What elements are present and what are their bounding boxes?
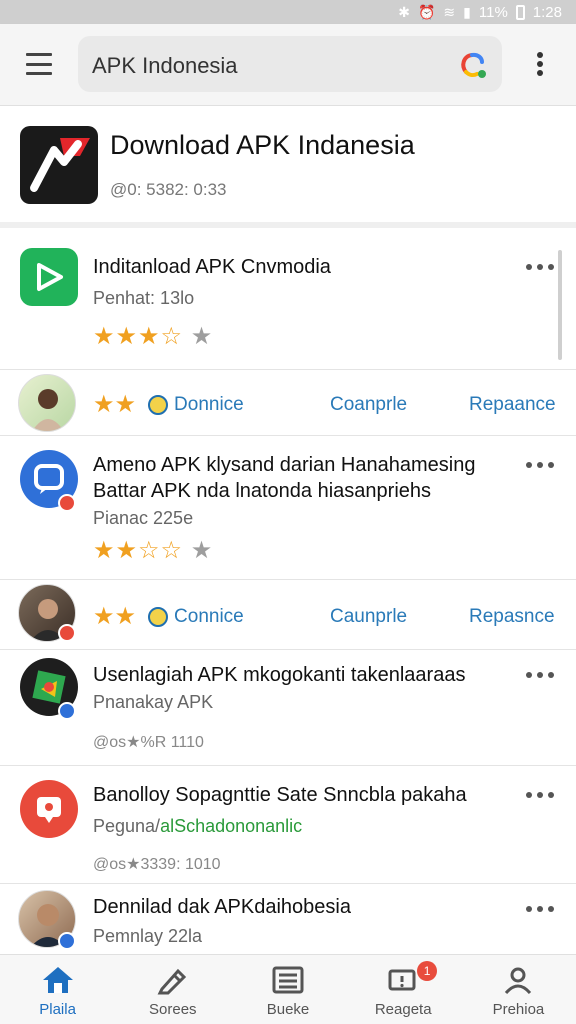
connect-icon	[148, 394, 169, 415]
nav-label: Sorees	[149, 1001, 197, 1018]
status-badge	[58, 932, 76, 950]
item-more-icon[interactable]	[526, 460, 554, 470]
list-item[interactable]: Banolloy Sopagnttie Sate Snncbla pakaha …	[0, 766, 576, 884]
alarm-icon: ⏰	[417, 3, 436, 20]
list-item-actions: ★★ Connice Caunprle Repasnce	[0, 580, 576, 650]
notification-badge: 1	[417, 961, 438, 981]
overflow-menu-icon[interactable]	[533, 52, 547, 78]
nav-label: Bueke	[266, 1001, 310, 1018]
app-list: Inditanload APK Cnvmodia Penhat: 13lo ★★…	[0, 234, 576, 958]
item-more-icon[interactable]	[526, 790, 554, 800]
home-icon	[42, 967, 73, 993]
chat-icon	[34, 464, 64, 494]
library-icon	[272, 966, 304, 994]
status-bar: ✱ ⏰ ≋ ▮ 11% 1:28	[0, 0, 576, 24]
app-subtitle: Pnanakay APK	[93, 692, 214, 712]
action-link-3[interactable]: Repaance	[469, 394, 556, 416]
action-link-1[interactable]: Donnice	[174, 394, 244, 416]
bottom-navigation: Plaila Sorees Bueke 1 Reageta Prehioa	[0, 954, 576, 1024]
app-name: Ameno APK klysand darian Hanahamesing	[93, 454, 476, 476]
connect-icon	[148, 606, 169, 627]
item-more-icon[interactable]	[526, 670, 554, 680]
nav-notifications[interactable]: 1 Reageta	[346, 955, 461, 1024]
battery-icon	[515, 4, 525, 20]
status-badge	[58, 494, 76, 512]
wifi-icon: ≋	[443, 3, 456, 20]
app-subtitle-a: Peguna/	[93, 816, 161, 836]
item-more-icon[interactable]	[526, 262, 554, 272]
rating-stars: ★★☆☆ ★	[93, 537, 214, 564]
search-input[interactable]: APK Indonesia	[78, 36, 502, 92]
message-icon	[37, 797, 61, 823]
apk-logo	[20, 126, 98, 204]
page-header: Download APK Indanesia @0: 5382: 0:33	[0, 106, 576, 228]
rating-stars: ★★	[93, 391, 137, 418]
search-query: APK Indonesia	[92, 53, 238, 78]
avatar[interactable]	[18, 374, 76, 432]
profile-icon	[505, 967, 532, 995]
app-name-line2: Battar APK nda lnatonda hiasanpriehs	[93, 480, 432, 502]
action-link-3[interactable]: Repasnce	[469, 606, 555, 628]
bluetooth-icon: ✱	[398, 3, 410, 20]
rating-stars: ★★	[93, 603, 137, 630]
action-link-2[interactable]: Coanprle	[330, 394, 407, 416]
nav-books[interactable]: Bueke	[230, 955, 345, 1024]
action-link-2[interactable]: Caunprle	[330, 606, 407, 628]
app-subtitle-link[interactable]: alSchadononanlic	[160, 816, 302, 836]
app-name: Banolloy Sopagnttie Sate Snncbla pakaha	[93, 784, 467, 806]
app-name: Dennilad dak APKdaihobesia	[93, 896, 351, 918]
pencil-icon	[157, 968, 186, 995]
item-more-icon[interactable]	[526, 904, 554, 914]
package-icon	[32, 670, 66, 704]
action-link-1[interactable]: Connice	[174, 606, 244, 628]
list-item[interactable]: Ameno APK klysand darian Hanahamesing Ba…	[0, 436, 576, 580]
nav-home[interactable]: Plaila	[0, 955, 115, 1024]
list-item[interactable]: Usenlagiah APK mkogokanti takenlaaraas P…	[0, 650, 576, 766]
voice-search-icon[interactable]	[458, 50, 488, 80]
nav-label: Reageta	[374, 1001, 432, 1018]
play-icon	[37, 263, 63, 291]
page-title: Download APK Indanesia	[110, 130, 415, 160]
page-subtitle: @0: 5382: 0:33	[110, 180, 227, 199]
nav-label: Plaila	[39, 1001, 76, 1018]
rating-stars: ★★★☆ ★	[93, 323, 214, 350]
list-item[interactable]: Dennilad dak APKdaihobesia Pemnlay 22la	[0, 884, 576, 958]
clock: 1:28	[532, 3, 562, 21]
app-name: Usenlagiah APK mkogokanti takenlaaraas	[93, 664, 466, 686]
app-icon	[20, 248, 78, 306]
list-item-actions: ★★ Donnice Coanprle Repaance	[0, 370, 576, 436]
scrollbar[interactable]	[558, 250, 562, 360]
menu-icon[interactable]	[26, 53, 52, 75]
app-subtitle: Penhat: 13lo	[93, 288, 195, 308]
top-app-bar: APK Indonesia	[0, 24, 576, 106]
status-badge	[58, 624, 76, 642]
app-meta: @os★%R 1110	[93, 734, 204, 751]
app-subtitle: Pemnlay 22la	[93, 926, 203, 946]
nav-scores[interactable]: Sorees	[115, 955, 230, 1024]
app-meta: @os★3339: 1010	[93, 856, 221, 873]
list-item[interactable]: Inditanload APK Cnvmodia Penhat: 13lo ★★…	[0, 234, 576, 370]
app-subtitle: Peguna/alSchadononanlic	[93, 816, 302, 837]
app-name: Inditanload APK Cnvmodia	[93, 256, 331, 278]
nav-label: Prehioa	[492, 1001, 545, 1018]
notification-icon	[388, 969, 416, 991]
app-subtitle: Pianac 225e	[93, 508, 194, 528]
signal-icon: ▮	[463, 3, 471, 20]
status-badge	[58, 702, 76, 720]
nav-profile[interactable]: Prehioa	[461, 955, 576, 1024]
app-icon	[20, 780, 78, 838]
battery-percent: 11%	[478, 3, 508, 21]
